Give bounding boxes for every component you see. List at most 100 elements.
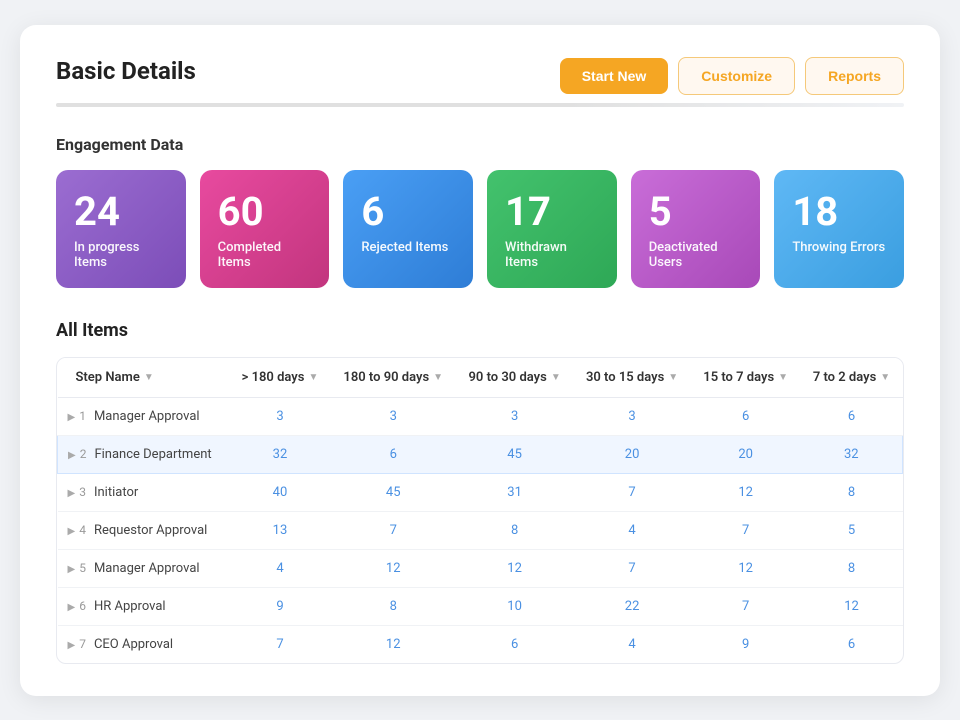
row-expander[interactable]: ▶	[68, 450, 76, 461]
cell-col-3[interactable]: 22	[573, 587, 690, 625]
row-expander[interactable]: ▶	[68, 640, 76, 651]
cell-step-name: ▶3Initiator	[58, 473, 230, 511]
cell-col-2[interactable]: 31	[456, 473, 573, 511]
main-card: Basic Details Start New Customize Report…	[20, 25, 940, 696]
row-expander[interactable]: ▶	[68, 412, 76, 423]
items-table: Step Name ▼ > 180 days ▼	[57, 358, 903, 663]
row-number: 4	[79, 523, 86, 537]
sort-icon-90-30: ▼	[551, 372, 561, 383]
table-row: ▶6HR Approval981022712	[58, 587, 903, 625]
col-7-2[interactable]: 7 to 2 days ▼	[801, 358, 903, 398]
in-progress-label: In progress Items	[74, 240, 168, 270]
cell-col-1[interactable]: 12	[331, 625, 456, 663]
table-row: ▶5Manager Approval412127128	[58, 549, 903, 587]
cell-col-5[interactable]: 6	[801, 397, 903, 435]
cell-col-0[interactable]: 40	[229, 473, 330, 511]
cell-col-4[interactable]: 20	[691, 435, 801, 473]
cell-col-5[interactable]: 32	[801, 435, 903, 473]
cell-col-0[interactable]: 32	[229, 435, 330, 473]
cell-col-3[interactable]: 20	[573, 435, 690, 473]
engagement-section: Engagement Data 24 In progress Items 60 …	[56, 135, 904, 288]
sort-icon-15-7: ▼	[778, 372, 788, 383]
row-expander[interactable]: ▶	[68, 602, 76, 613]
cell-col-5[interactable]: 12	[801, 587, 903, 625]
row-expander[interactable]: ▶	[68, 526, 76, 537]
cell-col-2[interactable]: 6	[456, 625, 573, 663]
sort-icon-180-90: ▼	[433, 372, 443, 383]
cell-col-1[interactable]: 12	[331, 549, 456, 587]
col-gt-180[interactable]: > 180 days ▼	[229, 358, 330, 398]
items-table-wrapper: Step Name ▼ > 180 days ▼	[56, 357, 904, 664]
cell-col-0[interactable]: 13	[229, 511, 330, 549]
deactivated-num: 5	[649, 192, 743, 232]
row-expander[interactable]: ▶	[68, 488, 76, 499]
step-name-text: Requestor Approval	[94, 523, 207, 538]
step-name-text: HR Approval	[94, 599, 166, 614]
cell-col-3[interactable]: 4	[573, 511, 690, 549]
cell-col-4[interactable]: 12	[691, 473, 801, 511]
cell-col-5[interactable]: 8	[801, 549, 903, 587]
cell-col-1[interactable]: 8	[331, 587, 456, 625]
card-deactivated: 5 Deactivated Users	[631, 170, 761, 288]
cell-col-5[interactable]: 5	[801, 511, 903, 549]
header-buttons: Start New Customize Reports	[560, 57, 904, 95]
rejected-num: 6	[361, 192, 455, 232]
cell-col-0[interactable]: 4	[229, 549, 330, 587]
col-180-90[interactable]: 180 to 90 days ▼	[331, 358, 456, 398]
cell-col-4[interactable]: 7	[691, 511, 801, 549]
cell-col-5[interactable]: 8	[801, 473, 903, 511]
cell-col-1[interactable]: 6	[331, 435, 456, 473]
col-step-name[interactable]: Step Name ▼	[58, 358, 230, 398]
cell-step-name: ▶1Manager Approval	[58, 397, 230, 435]
completed-num: 60	[218, 192, 312, 232]
deactivated-label: Deactivated Users	[649, 240, 743, 270]
start-new-button[interactable]: Start New	[560, 58, 669, 94]
col-15-7[interactable]: 15 to 7 days ▼	[691, 358, 801, 398]
cell-col-2[interactable]: 3	[456, 397, 573, 435]
col-30-15[interactable]: 30 to 15 days ▼	[573, 358, 690, 398]
engagement-title: Engagement Data	[56, 135, 904, 154]
customize-button[interactable]: Customize	[678, 57, 795, 95]
cell-col-3[interactable]: 3	[573, 397, 690, 435]
col-90-30[interactable]: 90 to 30 days ▼	[456, 358, 573, 398]
errors-label: Throwing Errors	[792, 240, 886, 255]
row-expander[interactable]: ▶	[68, 564, 76, 575]
cell-col-0[interactable]: 3	[229, 397, 330, 435]
header-divider	[56, 103, 904, 107]
cell-col-2[interactable]: 10	[456, 587, 573, 625]
all-items-section: All Items Step Name ▼ > 180 days	[56, 320, 904, 664]
cell-col-2[interactable]: 45	[456, 435, 573, 473]
cell-col-3[interactable]: 4	[573, 625, 690, 663]
withdrawn-num: 17	[505, 192, 599, 232]
cell-col-1[interactable]: 7	[331, 511, 456, 549]
sort-icon-30-15: ▼	[668, 372, 678, 383]
engagement-cards: 24 In progress Items 60 Completed Items …	[56, 170, 904, 288]
page-header: Basic Details Start New Customize Report…	[56, 57, 904, 95]
sort-icon-gt180: ▼	[308, 372, 318, 383]
table-header-row: Step Name ▼ > 180 days ▼	[58, 358, 903, 398]
errors-num: 18	[792, 192, 886, 232]
cell-col-4[interactable]: 9	[691, 625, 801, 663]
cell-col-3[interactable]: 7	[573, 549, 690, 587]
cell-col-1[interactable]: 3	[331, 397, 456, 435]
reports-button[interactable]: Reports	[805, 57, 904, 95]
row-number: 5	[79, 561, 86, 575]
rejected-label: Rejected Items	[361, 240, 455, 255]
cell-col-3[interactable]: 7	[573, 473, 690, 511]
table-row: ▶7CEO Approval7126496	[58, 625, 903, 663]
cell-col-2[interactable]: 8	[456, 511, 573, 549]
cell-col-0[interactable]: 9	[229, 587, 330, 625]
cell-col-4[interactable]: 12	[691, 549, 801, 587]
cell-col-4[interactable]: 6	[691, 397, 801, 435]
cell-col-2[interactable]: 12	[456, 549, 573, 587]
cell-col-1[interactable]: 45	[331, 473, 456, 511]
cell-col-5[interactable]: 6	[801, 625, 903, 663]
cell-col-4[interactable]: 7	[691, 587, 801, 625]
table-row: ▶1Manager Approval333366	[58, 397, 903, 435]
card-in-progress: 24 In progress Items	[56, 170, 186, 288]
table-row: ▶4Requestor Approval1378475	[58, 511, 903, 549]
all-items-title: All Items	[56, 320, 904, 341]
cell-col-0[interactable]: 7	[229, 625, 330, 663]
card-errors: 18 Throwing Errors	[774, 170, 904, 288]
cell-step-name: ▶7CEO Approval	[58, 625, 230, 663]
